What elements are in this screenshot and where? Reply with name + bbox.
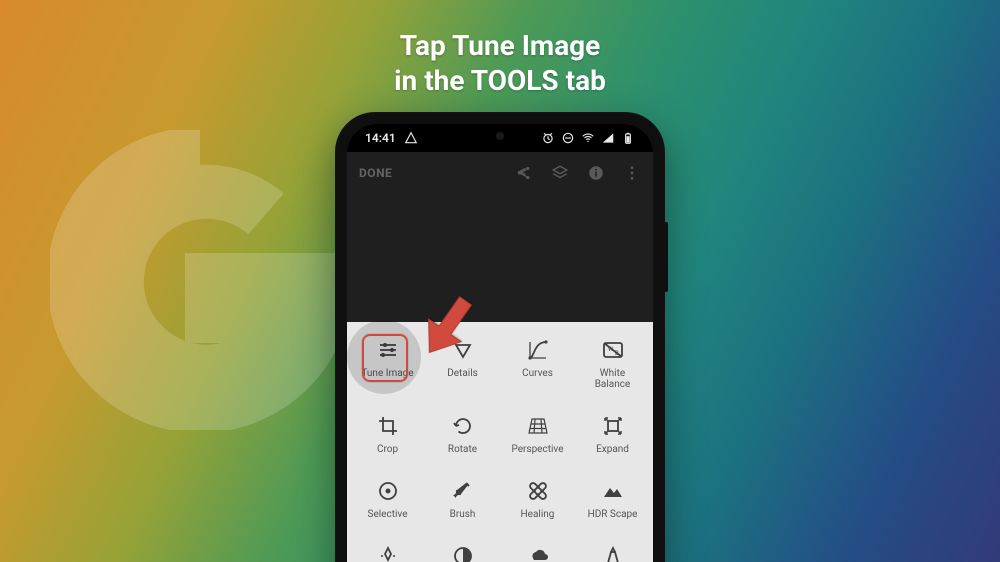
headline-line-2: in the TOOLS tab [0, 63, 1000, 98]
instruction-slide: Tap Tune Image in the TOOLS tab 14:41 [0, 0, 1000, 562]
tools-grid: Tune Image Details Curves [351, 332, 649, 562]
tonal-icon [451, 544, 475, 562]
status-time: 14:41 [365, 131, 396, 145]
tool-crop[interactable]: Crop [351, 408, 424, 457]
triangle-down-icon [451, 338, 475, 362]
svg-text:W: W [608, 346, 614, 353]
brush-icon [451, 479, 475, 503]
tool-label: Brush [450, 509, 476, 520]
more-icon[interactable] [623, 164, 641, 182]
expand-icon [601, 414, 625, 438]
tool-selective[interactable]: Selective [351, 473, 424, 522]
phone-screen: 14:41 [347, 124, 653, 562]
headline: Tap Tune Image in the TOOLS tab [0, 28, 1000, 98]
tool-rotate[interactable]: Rotate [426, 408, 499, 457]
rotate-icon [451, 414, 475, 438]
tool-label: Crop [377, 444, 398, 455]
tool-vintage[interactable] [576, 538, 649, 562]
svg-text:B: B [615, 350, 619, 357]
tool-label: Curves [522, 368, 553, 379]
tool-brush[interactable]: Brush [426, 473, 499, 522]
tool-label: Details [447, 368, 478, 379]
selective-icon [376, 479, 400, 503]
tool-label: Expand [596, 444, 629, 455]
done-button[interactable]: DONE [359, 166, 392, 180]
tool-label: Tune Image [361, 368, 413, 379]
tools-panel: Tune Image Details Curves [347, 322, 653, 562]
wb-icon: WB [601, 338, 625, 362]
tool-label: HDR Scape [588, 509, 638, 520]
tool-curves[interactable]: Curves [501, 332, 574, 392]
tool-glamour-glow[interactable] [351, 538, 424, 562]
tool-label: Rotate [448, 444, 477, 455]
tool-label: White Balance [595, 368, 631, 390]
tool-details[interactable]: Details [426, 332, 499, 392]
layers-icon[interactable] [551, 164, 569, 182]
healing-icon [526, 479, 550, 503]
tool-label: Healing [521, 509, 555, 520]
vintage-icon [601, 544, 625, 562]
tool-perspective[interactable]: Perspective [501, 408, 574, 457]
status-triangle-icon [404, 131, 418, 145]
sliders-icon [376, 338, 400, 362]
perspective-icon [526, 414, 550, 438]
tool-healing[interactable]: Healing [501, 473, 574, 522]
headline-line-1: Tap Tune Image [0, 28, 1000, 63]
dnd-icon [561, 131, 575, 145]
tool-white-balance[interactable]: WB White Balance [576, 332, 649, 392]
glamour-icon [376, 544, 400, 562]
alarm-icon [541, 131, 555, 145]
tool-tune-image[interactable]: Tune Image [351, 332, 424, 392]
phone-frame: 14:41 [335, 112, 665, 562]
battery-icon [621, 131, 635, 145]
tool-drama[interactable] [501, 538, 574, 562]
tool-tonal-contrast[interactable] [426, 538, 499, 562]
tool-hdr-scape[interactable]: HDR Scape [576, 473, 649, 522]
app-top-bar: DONE [347, 152, 653, 322]
hdr-icon [601, 479, 625, 503]
crop-icon [376, 414, 400, 438]
signal-icon [601, 131, 615, 145]
wifi-icon [581, 131, 595, 145]
google-g-watermark [50, 130, 350, 430]
share-icon[interactable] [515, 164, 533, 182]
tool-label: Perspective [511, 444, 563, 455]
drama-icon [526, 544, 550, 562]
curves-icon [526, 338, 550, 362]
tool-label: Selective [368, 509, 408, 520]
tool-expand[interactable]: Expand [576, 408, 649, 457]
info-icon[interactable] [587, 164, 605, 182]
